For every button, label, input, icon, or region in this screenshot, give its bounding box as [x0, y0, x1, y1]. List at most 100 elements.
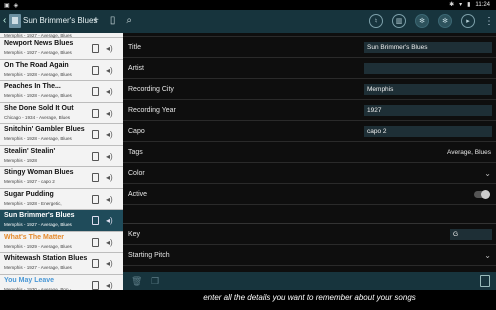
recording-year-input[interactable]: 1927: [364, 105, 492, 116]
search-icon[interactable]: ⌕: [126, 15, 132, 26]
color-row[interactable]: Color ⌄: [123, 163, 496, 184]
document-icon[interactable]: [92, 259, 99, 268]
song-list-item[interactable]: Newport News Blues ◂) Memphis - 1927 - Ave…: [0, 38, 123, 60]
wifi-status-icon: ◈: [13, 3, 19, 9]
capo-input[interactable]: capo 2: [364, 126, 492, 137]
document-icon[interactable]: [92, 151, 99, 161]
song-subtitle: Memphis - 1927 - Average, Blues: [4, 50, 72, 55]
recording-city-input[interactable]: Memphis: [364, 84, 492, 95]
speaker-icon[interactable]: ◂): [106, 44, 113, 53]
recording-year-row[interactable]: Recording Year 1927: [123, 100, 496, 121]
document-icon[interactable]: [92, 44, 99, 53]
document-icon[interactable]: [92, 280, 99, 290]
speaker-icon[interactable]: ◂): [106, 216, 113, 225]
song-list-item[interactable]: Whitewash Station Blues ◂) Memphis - 1927 …: [0, 253, 123, 275]
song-title: Peaches In The...: [4, 83, 61, 90]
starting-pitch-label: Starting Pitch: [128, 252, 170, 259]
speaker-icon[interactable]: ◂): [106, 66, 113, 75]
song-list-item[interactable]: Snitchin' Gambler Blues ◂) Memphis - 1928 …: [0, 124, 123, 146]
active-toggle[interactable]: [474, 190, 490, 199]
speaker-icon[interactable]: ◂): [106, 259, 113, 268]
clock: 11:24: [475, 1, 490, 8]
song-list: Memphis - 1927 - Average, Blues Newport N…: [0, 33, 123, 290]
speaker-icon[interactable]: ◂): [106, 152, 113, 161]
list-actions: + ▯ ⌕: [93, 15, 132, 26]
key-row[interactable]: Key G: [123, 224, 496, 245]
speaker-icon[interactable]: ◂): [106, 195, 113, 204]
song-list-item[interactable]: Sun Brimmer's Blues ◂) Memphis - 1927 - Av…: [0, 210, 123, 232]
left-bottom-bar: [0, 290, 123, 310]
copy-icon[interactable]: ❐: [151, 276, 159, 287]
song-list-item[interactable]: What's The Matter ◂) Memphis - 1929 - Aver…: [0, 231, 123, 253]
add-song-button[interactable]: +: [93, 15, 99, 26]
capo-label: Capo: [128, 128, 145, 135]
speaker-icon[interactable]: ◂): [106, 238, 113, 247]
document-icon[interactable]: [92, 216, 99, 225]
song-title: Snitchin' Gambler Blues: [4, 126, 85, 133]
tags-row[interactable]: Tags Average, Blues: [123, 142, 496, 163]
detail-actions: ♮ ▥ ✻ ✻ ▸ ⋮: [369, 14, 494, 28]
song-list-item[interactable]: Stingy Woman Blues ◂) Memphis - 1927 - cap…: [0, 167, 123, 189]
song-title: On The Road Again: [4, 61, 69, 69]
section-divider: [123, 205, 496, 224]
song-title: Whitewash Station Blues: [4, 255, 88, 262]
piano-icon[interactable]: ▥: [392, 14, 406, 28]
wifi-icon: ▾: [459, 2, 463, 8]
artist-row[interactable]: Artist: [123, 58, 496, 79]
tags-value: Average, Blues: [447, 149, 491, 156]
speaker-icon[interactable]: ◂): [106, 173, 113, 182]
status-bar: ▣ ◈ ✱ ▾ ▮ 11:24: [0, 0, 496, 10]
song-list-item[interactable]: On The Road Again ◂) Memphis - 1928 - Aver…: [0, 59, 123, 81]
song-list-item[interactable]: Sugar Pudding ◂) Memphis - 1928 - Energeti…: [0, 188, 123, 210]
document-icon[interactable]: [92, 65, 99, 75]
song-title: She Done Sold It Out: [4, 104, 74, 112]
active-row[interactable]: Active: [123, 184, 496, 205]
document-icon[interactable]: [92, 87, 99, 96]
key-input[interactable]: G: [450, 229, 492, 240]
document-icon[interactable]: [92, 237, 99, 247]
song-details: Title Sun Brimmer's Blues Artist Recordi…: [123, 33, 496, 272]
play-icon[interactable]: ▸: [461, 14, 475, 28]
document-icon[interactable]: ▯: [110, 15, 116, 26]
song-list-item[interactable]: You May Leave ◂) Memphis - 1930 - Average,…: [0, 274, 123, 290]
capo-row[interactable]: Capo capo 2: [123, 121, 496, 142]
tuning-fork-icon[interactable]: ♮: [369, 14, 383, 28]
speaker-icon[interactable]: ◂): [106, 130, 113, 139]
document-icon[interactable]: [92, 173, 99, 182]
song-subtitle: Memphis - 1927 - capo 2: [4, 179, 55, 184]
back-chevron-icon[interactable]: ‹: [3, 15, 6, 26]
speaker-icon[interactable]: ◂): [106, 109, 113, 118]
document-icon[interactable]: [480, 275, 490, 287]
chevron-down-icon[interactable]: ⌄: [484, 169, 491, 178]
starting-pitch-row[interactable]: Starting Pitch ⌄: [123, 245, 496, 266]
song-list-item[interactable]: Stealin' Stealin' ◂) Memphis - 1928: [0, 145, 123, 167]
speaker-icon[interactable]: ◂): [106, 87, 113, 96]
detail-footer-bar: 🗑 ❐: [123, 272, 496, 290]
song-title: You May Leave: [4, 276, 55, 284]
chevron-down-icon[interactable]: ⌄: [484, 251, 491, 260]
document-icon[interactable]: [92, 130, 99, 139]
song-subtitle: Memphis - 1928 - Average, Blues: [4, 71, 72, 77]
trash-icon[interactable]: 🗑: [131, 276, 142, 287]
recording-city-row[interactable]: Recording City Memphis: [123, 79, 496, 100]
song-list-item[interactable]: She Done Sold It Out ◂) Chicago - 1934 - A…: [0, 102, 123, 124]
gear-icon[interactable]: ✻: [415, 14, 429, 28]
app-logo-icon[interactable]: [9, 14, 21, 28]
bluetooth-icon: ✱: [449, 2, 455, 8]
artist-input[interactable]: [364, 63, 492, 74]
document-icon[interactable]: [92, 108, 99, 118]
speaker-icon[interactable]: ◂): [106, 281, 113, 290]
action-bar: ‹ Sun Brimmer's Blues + ▯ ⌕ ♮ ▥ ✻ ✻ ▸ ⋮: [0, 10, 496, 33]
overflow-menu-icon[interactable]: ⋮: [484, 16, 494, 27]
song-subtitle: Memphis - 1927 - Average, Blues: [4, 222, 72, 227]
song-subtitle: Memphis - 1929 - Average, Blues: [4, 243, 72, 249]
song-subtitle: Chicago - 1934 - Average, Blues: [4, 114, 71, 120]
recording-year-label: Recording Year: [128, 107, 176, 114]
gear-alt-icon[interactable]: ✻: [438, 14, 452, 28]
title-input[interactable]: Sun Brimmer's Blues: [364, 42, 492, 53]
title-row[interactable]: Title Sun Brimmer's Blues: [123, 37, 496, 58]
document-icon[interactable]: [92, 194, 99, 204]
status-system: ✱ ▾ ▮ 11:24: [449, 1, 490, 9]
song-list-item[interactable]: Peaches In The... ◂) Memphis - 1928 - Aver…: [0, 81, 123, 103]
song-subtitle: Memphis - 1928 - Average, Blues: [4, 93, 72, 98]
